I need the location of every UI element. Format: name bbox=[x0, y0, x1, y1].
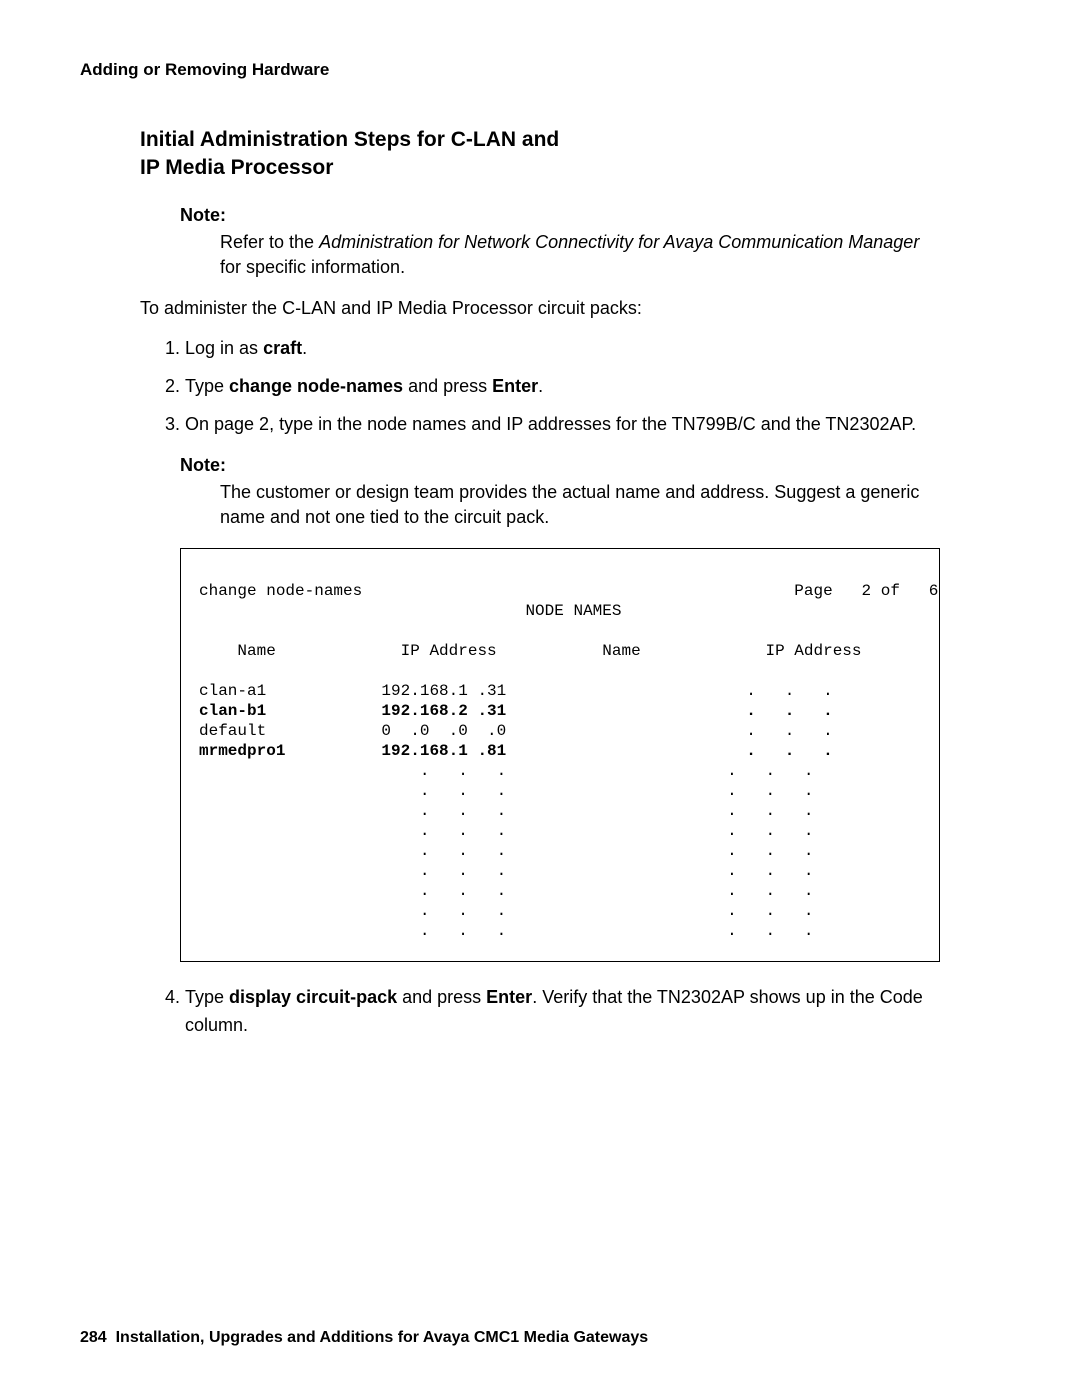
step4-b2: Enter bbox=[486, 987, 532, 1007]
term-row2: clan-b1 192.168.2 .31 . . . bbox=[199, 702, 833, 720]
note2-label: Note: bbox=[180, 455, 1000, 476]
page-footer: 284 Installation, Upgrades and Additions… bbox=[80, 1329, 648, 1347]
term-row1: clan-a1 192.168.1 .31 . . . bbox=[199, 682, 833, 700]
term-header: Name IP Address Name IP Address bbox=[199, 642, 862, 660]
note2-body: The customer or design team provides the… bbox=[220, 480, 940, 530]
term-blank2 bbox=[199, 662, 209, 680]
note1-body: Refer to the Administration for Network … bbox=[220, 230, 940, 280]
term-row3: default 0 .0 .0 .0 . . . bbox=[199, 722, 833, 740]
term-empty9: . . . . . . bbox=[199, 922, 814, 940]
running-header: Adding or Removing Hardware bbox=[80, 60, 1000, 80]
term-blank1 bbox=[199, 622, 209, 640]
section-title: Initial Administration Steps for C-LAN a… bbox=[140, 126, 1000, 183]
step-4: Type display circuit-pack and press Ente… bbox=[185, 984, 940, 1040]
step1-b1: craft bbox=[263, 338, 302, 358]
term-row4: mrmedpro1 192.168.1 .81 . . . bbox=[199, 742, 833, 760]
step-1: Log in as craft. bbox=[185, 335, 940, 363]
step4-mid: and press bbox=[397, 987, 486, 1007]
step2-pre: Type bbox=[185, 376, 229, 396]
note1-label: Note: bbox=[180, 205, 1000, 226]
term-line2: NODE NAMES bbox=[199, 602, 621, 620]
note1-post: for specific information. bbox=[220, 257, 405, 277]
term-empty5: . . . . . . bbox=[199, 842, 814, 860]
footer-text: Installation, Upgrades and Additions for… bbox=[116, 1329, 649, 1346]
section-title-line1: Initial Administration Steps for C-LAN a… bbox=[140, 128, 559, 151]
term-empty4: . . . . . . bbox=[199, 822, 814, 840]
term-empty7: . . . . . . bbox=[199, 882, 814, 900]
step-2: Type change node-names and press Enter. bbox=[185, 373, 940, 401]
section-title-line2: IP Media Processor bbox=[140, 156, 333, 179]
step-3: On page 2, type in the node names and IP… bbox=[185, 411, 940, 439]
step2-post: . bbox=[538, 376, 543, 396]
note1-italic: Administration for Network Connectivity … bbox=[319, 232, 919, 252]
term-empty3: . . . . . . bbox=[199, 802, 814, 820]
intro-text: To administer the C-LAN and IP Media Pro… bbox=[140, 298, 1000, 319]
terminal-screen: change node-names Page 2 of 6 NODE NAMES… bbox=[180, 548, 940, 962]
term-line1: change node-names Page 2 of 6 bbox=[199, 582, 938, 600]
step4-pre: Type bbox=[185, 987, 229, 1007]
term-empty6: . . . . . . bbox=[199, 862, 814, 880]
step2-b1: change node-names bbox=[229, 376, 403, 396]
note1-pre: Refer to the bbox=[220, 232, 319, 252]
step4-b1: display circuit-pack bbox=[229, 987, 397, 1007]
steps-list: Log in as craft. Type change node-names … bbox=[140, 335, 940, 439]
term-empty2: . . . . . . bbox=[199, 782, 814, 800]
step1-pre: Log in as bbox=[185, 338, 263, 358]
steps-list-cont: Type display circuit-pack and press Ente… bbox=[140, 984, 940, 1040]
step1-post: . bbox=[302, 338, 307, 358]
step2-b2: Enter bbox=[492, 376, 538, 396]
step2-mid: and press bbox=[403, 376, 492, 396]
term-empty8: . . . . . . bbox=[199, 902, 814, 920]
term-empty1: . . . . . . bbox=[199, 762, 814, 780]
footer-page-number: 284 bbox=[80, 1329, 107, 1346]
